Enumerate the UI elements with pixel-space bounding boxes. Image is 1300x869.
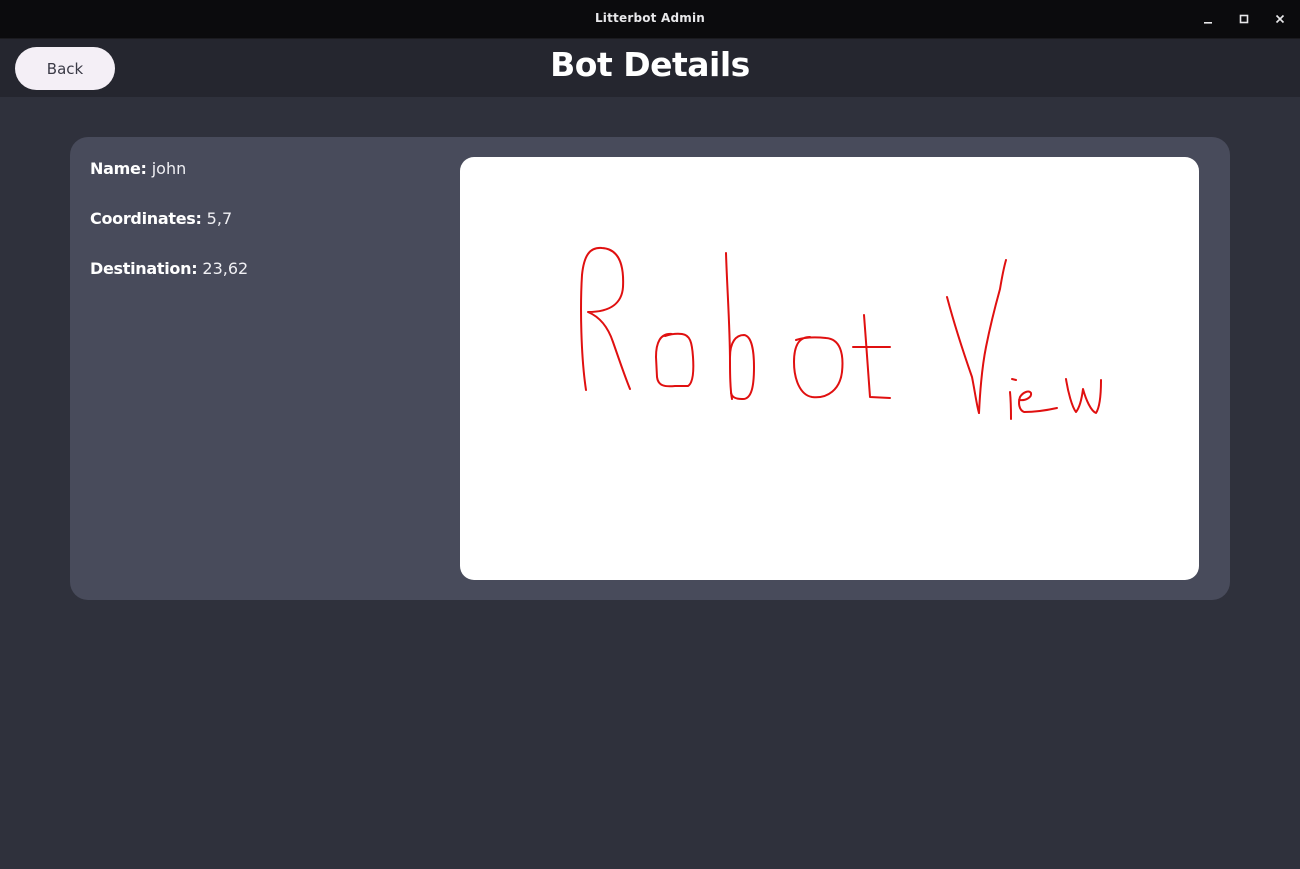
close-icon[interactable] — [1270, 9, 1290, 29]
maximize-icon[interactable] — [1234, 9, 1254, 29]
page-title: Bot Details — [550, 45, 750, 84]
page-header: Back Bot Details — [0, 39, 1300, 97]
destination-row: Destination: 23,62 — [90, 257, 248, 281]
name-row: Name: john — [90, 157, 248, 181]
bot-info-panel: Name: john Coordinates: 5,7 Destination:… — [90, 157, 248, 307]
robot-view-handwriting — [580, 246, 1102, 420]
destination-value: 23,62 — [202, 259, 249, 278]
bot-details-card: Name: john Coordinates: 5,7 Destination:… — [70, 137, 1230, 600]
name-label: Name: — [90, 159, 147, 178]
destination-label: Destination: — [90, 259, 198, 278]
coordinates-row: Coordinates: 5,7 — [90, 207, 248, 231]
window-titlebar: Litterbot Admin — [0, 0, 1300, 39]
window-title: Litterbot Admin — [594, 11, 706, 25]
coordinates-label: Coordinates: — [90, 209, 202, 228]
name-value: john — [151, 159, 187, 178]
minimize-icon[interactable] — [1198, 9, 1218, 29]
coordinates-value: 5,7 — [206, 209, 233, 228]
robot-view-image — [460, 157, 1199, 580]
